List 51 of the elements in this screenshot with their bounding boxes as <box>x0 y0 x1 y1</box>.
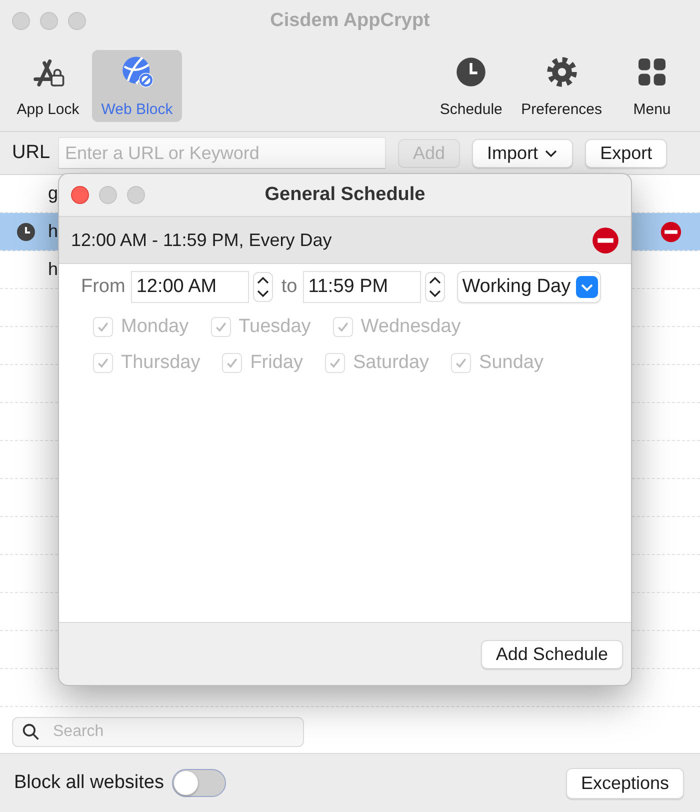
import-button[interactable]: Import <box>472 138 574 168</box>
from-label: From <box>81 276 126 298</box>
toolbar-button[interactable]: Preferences <box>515 50 608 122</box>
to-label: to <box>281 276 298 298</box>
dialog-title: General Schedule <box>264 184 426 206</box>
stepper-icon[interactable] <box>253 272 274 302</box>
minimize-button[interactable] <box>99 186 117 204</box>
check-icon <box>454 356 468 370</box>
window-title: Cisdem AppCrypt <box>270 10 430 32</box>
stepper-icon[interactable] <box>425 272 446 302</box>
export-button[interactable]: Export <box>585 138 668 168</box>
check-icon <box>328 356 342 370</box>
remove-icon[interactable] <box>660 220 682 242</box>
repeat-dropdown[interactable]: Working Day <box>457 271 602 303</box>
block-all-label: Block all websites <box>14 772 164 794</box>
toolbar-button[interactable]: Menu <box>612 50 692 122</box>
search-icon <box>22 723 40 741</box>
add-schedule-button[interactable]: Add Schedule <box>480 640 623 668</box>
check-icon <box>96 320 110 334</box>
day-label: Sunday <box>479 352 544 374</box>
check-icon <box>225 356 240 370</box>
url-text: h <box>48 259 58 280</box>
toolbar-button[interactable]: Schedule <box>431 50 512 122</box>
to-time-field[interactable]: 11:59 PM <box>303 271 422 303</box>
zoom-button[interactable] <box>68 12 86 30</box>
day-label: Monday <box>121 316 189 338</box>
chevron-icon <box>544 148 558 158</box>
from-time-field[interactable]: 12:00 AM <box>131 271 250 303</box>
search-field[interactable]: Search <box>12 717 304 747</box>
url-label: URL <box>12 142 50 164</box>
check-icon <box>96 356 110 370</box>
exceptions-button[interactable]: Exceptions <box>566 768 684 798</box>
url-text: h <box>48 221 58 242</box>
check-icon <box>214 320 228 334</box>
day-label: Thursday <box>121 352 200 374</box>
day-label: Tuesday <box>238 316 311 338</box>
day-label: Friday <box>250 352 303 374</box>
zoom-button[interactable] <box>127 186 145 204</box>
minimize-button[interactable] <box>40 12 58 30</box>
url-text: g <box>48 183 58 204</box>
schedule-row[interactable]: 12:00 AM - 11:59 PM, Every Day <box>59 217 631 264</box>
day-label: Saturday <box>353 352 430 374</box>
url-field[interactable]: Enter a URL or Keyword <box>58 137 386 169</box>
close-button[interactable] <box>12 12 30 30</box>
check-icon <box>336 320 350 334</box>
day-label: Wednesday <box>360 316 461 338</box>
remove-icon[interactable] <box>592 226 619 254</box>
close-button[interactable] <box>71 186 89 204</box>
toggle-switch[interactable] <box>172 769 226 797</box>
chevron-icon <box>576 276 598 298</box>
mode-tab[interactable]: App Lock <box>8 50 88 122</box>
